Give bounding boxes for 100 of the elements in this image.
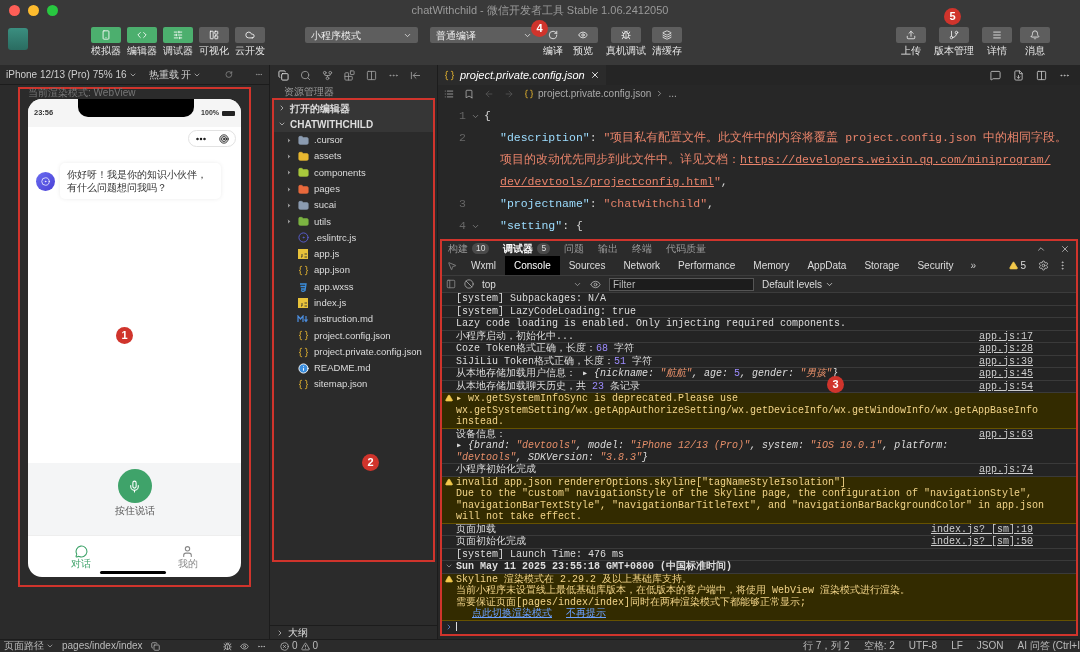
braces-icon [297, 379, 309, 391]
status-item[interactable]: JSON [976, 641, 1004, 651]
devtools-tab[interactable]: Network [614, 256, 670, 275]
status-item[interactable]: 空格: 2 [863, 641, 895, 651]
file-tree-item[interactable]: .cursor [274, 132, 433, 149]
eye-icon[interactable] [590, 278, 601, 290]
devtools-tab[interactable]: Memory [744, 256, 799, 275]
status-item[interactable]: AI 问答 (Ctrl+I [1017, 641, 1080, 651]
devtools-tab[interactable]: Console [505, 256, 560, 275]
levels-dropdown[interactable]: Default levels [762, 276, 835, 292]
bug-icon[interactable] [223, 641, 232, 651]
tab-bar-item[interactable]: 我的 [134, 536, 241, 577]
panel-tab[interactable]: 构建 10 [448, 241, 490, 256]
file-icon[interactable] [1013, 69, 1024, 81]
explorer-section[interactable]: CHATWITHCHILD [274, 116, 433, 132]
devtools-tab[interactable]: Sources [559, 256, 615, 275]
source-link[interactable]: app.js:54 [971, 380, 1073, 392]
file-tree-item[interactable]: project.private.config.json [274, 343, 433, 361]
more-tabs-button[interactable]: » [962, 258, 985, 273]
source-link[interactable]: app.js:45 [971, 368, 1073, 380]
file-tree-item[interactable]: index.js [274, 294, 433, 312]
source-link[interactable]: index.js? [sm]:50 [922, 536, 1073, 548]
console-link[interactable]: 不再提示 [566, 608, 606, 619]
panel-tab[interactable]: 调试器 5 [503, 241, 551, 256]
copy-icon[interactable] [150, 641, 160, 651]
panel-icon[interactable] [366, 69, 377, 81]
cloud-icon [244, 30, 255, 40]
page-path-dropdown[interactable]: 页面路径 [4, 641, 54, 651]
panel-tab[interactable]: 输出 [598, 241, 619, 256]
eye-icon[interactable] [240, 641, 249, 651]
file-tree-item[interactable]: assets [274, 148, 433, 165]
file-tree-item[interactable]: app.json [274, 262, 433, 279]
file-tree-item[interactable]: sucai [274, 197, 433, 214]
devtools-tab[interactable]: Storage [855, 256, 909, 275]
line-number: 1 [458, 108, 466, 125]
file-tree-item[interactable]: utils [274, 213, 433, 230]
sidebar-icon[interactable] [446, 279, 456, 289]
search-icon[interactable] [300, 69, 311, 81]
close-icon[interactable] [1060, 243, 1070, 254]
bookmark-icon[interactable] [464, 88, 474, 99]
files-icon[interactable] [278, 69, 289, 81]
context-dropdown[interactable]: top [482, 276, 582, 292]
layers-icon [662, 30, 672, 40]
editor-tab[interactable]: project.private.config.json [438, 65, 606, 85]
mode-dropdown[interactable]: 小程序模式 [305, 27, 418, 43]
panel-tab[interactable]: 问题 [564, 241, 585, 256]
file-tree-item[interactable]: pages [274, 180, 433, 198]
split-icon[interactable] [1036, 69, 1047, 81]
explorer-section[interactable]: 打开的编辑器 [274, 100, 433, 116]
filter-field[interactable]: Filter [609, 277, 754, 291]
battery-icon [222, 110, 235, 116]
source-link[interactable]: app.js:74 [971, 464, 1073, 476]
warning-icon [300, 641, 310, 651]
minimize-window-button[interactable] [28, 4, 39, 16]
list-icon[interactable] [444, 88, 454, 99]
braces-icon [524, 88, 534, 99]
file-tree-item[interactable]: app.js [274, 246, 433, 263]
devtools-tab[interactable]: Performance [669, 256, 745, 275]
hot-reload-dropdown[interactable]: 热重载 开 [148, 67, 202, 82]
refresh-icon[interactable] [225, 69, 234, 80]
inspect-icon[interactable] [447, 260, 457, 271]
toolbar-button[interactable]: 版本管理 [934, 27, 974, 56]
console-message: Coze Token格式正确，长度：68 字符 [456, 343, 635, 355]
status-item[interactable]: LF [951, 641, 963, 651]
close-window-button[interactable] [9, 4, 20, 16]
status-item[interactable]: 行 7，列 2 [803, 641, 850, 651]
file-tree-item[interactable]: README.md [274, 360, 433, 377]
comment-icon[interactable] [990, 69, 1001, 81]
status-item[interactable]: UTF-8 [908, 641, 938, 651]
devtools-tab[interactable]: AppData [798, 256, 856, 275]
zoom-window-button[interactable] [47, 4, 58, 16]
line-number: 2 [458, 130, 466, 147]
devtools-tab[interactable]: Wxml [462, 256, 505, 275]
file-tree-item[interactable]: project.config.json [274, 327, 433, 344]
file-tree-item[interactable]: .eslintrc.js [274, 229, 433, 247]
mic-button[interactable] [117, 469, 152, 503]
warning-icon [1009, 261, 1019, 270]
file-tree-item[interactable]: components [274, 164, 433, 181]
settings-icon[interactable] [1038, 260, 1049, 271]
blocks-icon[interactable] [344, 69, 355, 81]
file-tree-item[interactable]: instruction.md [274, 311, 433, 328]
bell-icon [1030, 30, 1040, 40]
panel-tab[interactable]: 终端 [632, 241, 653, 256]
source-link[interactable]: app.js:39 [971, 355, 1073, 367]
source-link[interactable]: index.js? [sm]:19 [922, 523, 1073, 535]
source-link[interactable]: app.js:63 [971, 428, 1073, 440]
breadcrumb-item[interactable]: ... [668, 86, 677, 101]
code-line: "projectname": "chatWithchild", [499, 196, 714, 213]
source-link[interactable]: app.js:17 [971, 330, 1073, 342]
clear-icon[interactable] [464, 279, 474, 289]
branch-icon[interactable] [322, 69, 333, 81]
file-tree-item[interactable]: app.wxss [274, 278, 433, 295]
device-dropdown[interactable]: iPhone 12/13 (Pro) 75% 16 [6, 67, 137, 82]
breadcrumb-item[interactable]: project.private.config.json [538, 86, 652, 101]
collapse-icon[interactable] [410, 69, 421, 81]
source-link[interactable]: app.js:28 [971, 343, 1073, 355]
devtools-tab[interactable]: Security [908, 256, 963, 275]
panel-tab[interactable]: 代码质量 [666, 241, 707, 256]
file-tree-item[interactable]: sitemap.json [274, 376, 433, 393]
console-link[interactable]: 点此切换渲染模式 [472, 608, 552, 619]
